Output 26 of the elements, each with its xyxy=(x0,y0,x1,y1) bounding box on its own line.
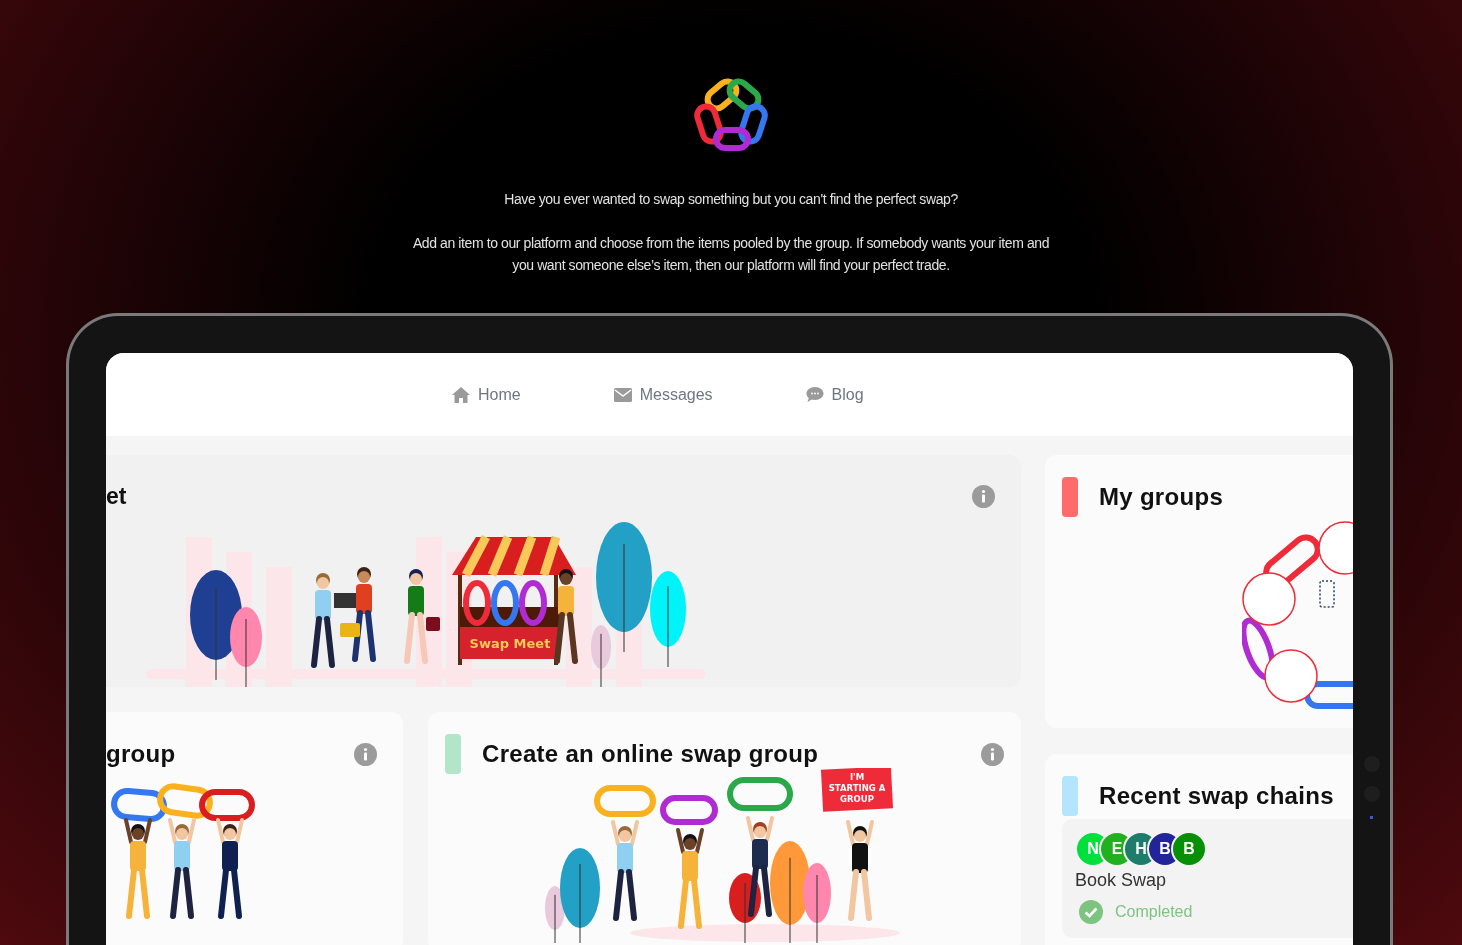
info-icon[interactable] xyxy=(972,484,995,508)
protest-sign-text: I'M xyxy=(849,772,865,782)
chat-icon xyxy=(805,386,824,403)
protest-sign-text: GROUP xyxy=(840,794,874,804)
card-title: group xyxy=(106,739,176,769)
stall-sign-text: Swap Meet xyxy=(469,636,551,651)
intro-description: Add an item to our platform and choose from the items pooled by the group. If somebody wants your item and you want someone else’s item, then our platform will find your perfect trade. xyxy=(411,234,1051,275)
card-title: Recent swap chains xyxy=(1099,781,1334,811)
nav-link[interactable]: Home xyxy=(452,382,521,407)
status-text: Completed xyxy=(1115,902,1193,922)
chain-item[interactable]: N E H B B Book Swap Completed xyxy=(1062,819,1353,938)
nav-link[interactable]: Blog xyxy=(805,382,864,407)
home-icon xyxy=(452,386,470,403)
info-icon[interactable] xyxy=(354,742,377,766)
chain-name: Book Swap xyxy=(1075,869,1167,892)
info-icon[interactable] xyxy=(981,742,1004,766)
nav-link[interactable]: Messages xyxy=(613,382,713,407)
intro-question: Have you ever wanted to swap something but you can't find the perfect swap? xyxy=(504,190,958,209)
mail-icon xyxy=(613,387,632,402)
card-title: Create an online swap group xyxy=(482,739,820,769)
card-title: My groups xyxy=(1099,482,1224,512)
member-avatar: B xyxy=(1171,831,1207,867)
card-title: et xyxy=(106,481,127,511)
protest-sign-text: STARTING A xyxy=(828,783,886,793)
check-circle-icon xyxy=(1079,900,1103,924)
chain-logo-icon xyxy=(694,78,768,152)
